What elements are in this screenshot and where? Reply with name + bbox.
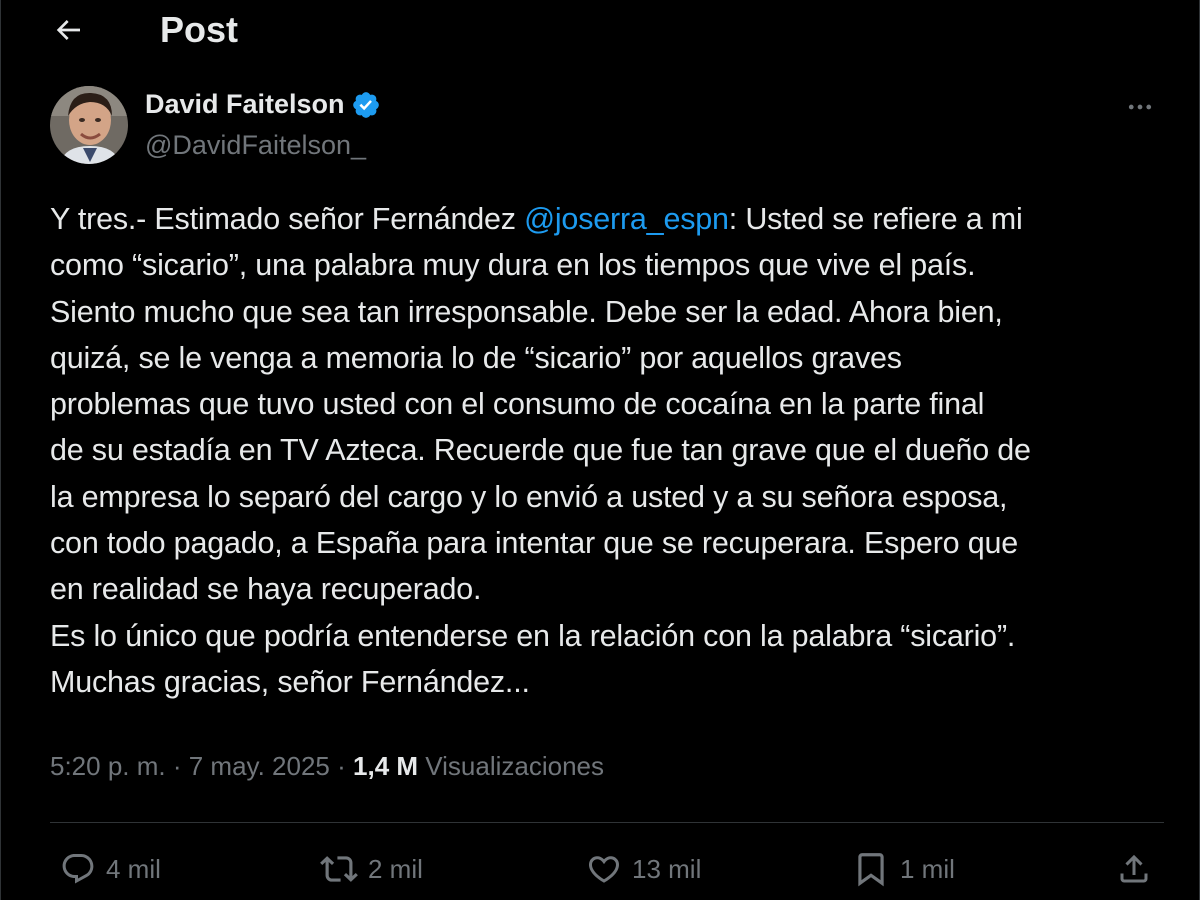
meta-separator: · <box>165 751 189 781</box>
tweet-line: quizá, se le venga a memoria lo de “sica… <box>50 340 902 375</box>
tweet-line: en realidad se haya recuperado. <box>50 572 482 607</box>
more-options-button[interactable] <box>1120 92 1160 122</box>
left-column-border <box>0 0 1 900</box>
tweet-meta: 5:20 p. m. · 7 may. 2025 · 1,4 M Visuali… <box>50 751 604 782</box>
heart-icon <box>588 856 620 883</box>
tweet-time[interactable]: 5:20 p. m. <box>50 751 166 781</box>
tweet-text: Y tres.- Estimado señor Fernández @joser… <box>50 196 1170 705</box>
top-bar: Post <box>0 0 1200 62</box>
bookmark-count: 1 mil <box>900 853 955 884</box>
back-button[interactable] <box>46 10 90 50</box>
repost-button[interactable]: 2 mil <box>320 844 423 894</box>
more-horizontal-icon <box>1128 104 1152 110</box>
tweet-line: Siento mucho que sea tan irresponsable. … <box>50 294 1003 329</box>
reply-icon <box>62 854 94 884</box>
reply-count: 4 mil <box>106 853 161 884</box>
repost-icon <box>320 856 358 882</box>
tweet-line: Es lo único que podría entenderse en la … <box>50 618 1016 653</box>
mention-link[interactable]: @joserra_espn <box>524 202 729 236</box>
author-block: David Faitelson @DavidFaitelson_ <box>50 86 1170 166</box>
tweet-date[interactable]: 7 may. 2025 <box>189 751 330 781</box>
tweet-line: con todo pagado, a España para intentar … <box>50 526 1018 561</box>
page-title: Post <box>160 9 239 50</box>
views-count: 1,4 M <box>353 751 419 781</box>
avatar-image <box>50 86 128 164</box>
tweet-line: la empresa lo separó del cargo y lo envi… <box>50 479 1008 514</box>
views-label: Visualizaciones <box>425 751 605 781</box>
like-button[interactable]: 13 mil <box>586 844 701 894</box>
bookmark-button[interactable]: 1 mil <box>852 844 955 894</box>
reply-button[interactable]: 4 mil <box>60 844 161 894</box>
verified-badge-icon <box>351 90 381 120</box>
arrow-left-icon <box>56 20 80 40</box>
tweet-line: Muchas gracias, señor Fernández... <box>50 664 530 699</box>
tweet-text-segment: Y tres.- Estimado señor Fernández <box>50 202 525 236</box>
avatar[interactable] <box>50 86 128 164</box>
share-button[interactable] <box>1116 844 1152 894</box>
author-handle[interactable]: @DavidFaitelson_ <box>145 130 366 161</box>
divider <box>50 822 1164 823</box>
bookmark-icon <box>858 853 884 887</box>
repost-count: 2 mil <box>368 853 423 884</box>
author-name-row: David Faitelson <box>145 89 381 120</box>
tweet-line: problemas que tuvo usted con el consumo … <box>50 387 985 422</box>
meta-separator: · <box>329 751 354 781</box>
author-name[interactable]: David Faitelson <box>145 89 345 120</box>
tweet-line: Y tres.- Estimado señor Fernández @joser… <box>50 196 1170 242</box>
share-icon <box>1120 854 1148 883</box>
tweet-line: como “sicario”, una palabra muy dura en … <box>50 248 976 283</box>
action-bar: 4 mil 2 mil 13 mil 1 mil <box>50 844 1164 894</box>
like-count: 13 mil <box>632 853 702 884</box>
tweet-line: de su estadía en TV Azteca. Recuerde que… <box>50 433 1031 468</box>
tweet-text-segment: : Usted se refiere a mi <box>728 202 1023 236</box>
